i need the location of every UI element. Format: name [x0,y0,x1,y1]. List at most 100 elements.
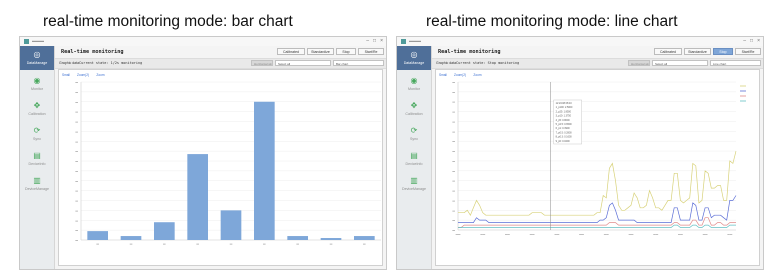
chart-zoom-link[interactable]: Small [439,73,447,77]
app-icon [401,39,406,44]
sidebar-item-deviceinfo[interactable]: ▤ DeviceInfo [397,151,431,167]
sidebar-item-deviceinfo[interactable]: ▤ DeviceInfo [20,151,54,167]
y-tick-label: ▬ [452,180,455,183]
y-tick-label: ▬ [452,91,455,94]
app-name: ▬▬▬ [32,38,44,43]
y-tick-label: ▬ [75,140,78,143]
sidebar-item-sync[interactable]: ⟳ Sync [397,127,431,142]
caption-bar-chart: real-time monitoring mode: bar chart [43,13,293,30]
bar [220,210,242,240]
x-tick-label: ▬▬ [604,233,609,236]
calibrated-button[interactable]: Calibrated [277,48,305,55]
standardize-button[interactable]: Standardize [307,48,334,55]
monitor-icon: ◉ [33,76,41,85]
graphic-data-label: Graphic data [59,61,80,65]
y-tick-label: ▬ [75,111,78,114]
sidebar-item-sync[interactable]: ⟳ Sync [20,126,54,142]
y-tick-label: ▬ [452,190,455,193]
x-tick-label: ▬ [130,243,133,246]
bar [154,222,175,240]
device-info-icon: ▤ [33,151,41,160]
sidebar-item-devicemanage[interactable]: ▥ DeviceManage [397,177,431,192]
sidebar-item-monitor[interactable]: ◉ Monitor [20,76,54,92]
y-tick-label: ▬ [75,209,78,212]
y-tick-label: ▬ [75,180,78,183]
y-tick-label: ▬ [452,101,455,104]
stop-button[interactable]: Stop [336,48,356,55]
device-info-icon: ▤ [410,151,418,160]
maximize-button[interactable]: □ [373,38,376,44]
minimize-button[interactable]: – [366,38,369,44]
chart-zoom-link[interactable]: Small [62,73,70,77]
app-name: ▬▬▬ [409,38,421,43]
chart-zoom-link[interactable]: Zoom [96,73,104,77]
chart-type-dropdown[interactable]: Bar chart [333,60,384,66]
horizontal-window-select[interactable]: Horizontal window [628,60,650,66]
x-tick-label: ▬▬ [530,233,535,236]
x-tick-label: ▬▬ [456,233,461,236]
sidebar-item-label: Monitor [31,87,43,91]
sidebar-item-calibration[interactable]: ✥ Calibration [20,101,54,117]
standardize-button[interactable]: Standardize [684,48,711,55]
line-chart-window: ▬▬▬ – □ × ◎ DataManage ◉ Monitor ✥ Calib… [396,36,764,270]
y-tick-label: ▬ [75,160,78,163]
sidebar: ◎ DataManage ◉ Monitor ✥ Calibration ⟳ S… [20,46,55,269]
tooltip-line: 3_p10: 1.3750 [556,115,572,118]
page-title: Real-time monitoring [61,49,124,55]
start-button[interactable]: Start/Re [735,48,761,55]
sidebar-item-label: Monitor [408,87,420,91]
y-tick-label: ▬ [452,160,455,163]
calibrated-button[interactable]: Calibrated [654,48,682,55]
x-tick-label: ▬ [163,243,166,246]
chart-zoom-link[interactable]: Zoom(2) [454,73,466,77]
tooltip-line: 4_p5: 0.8000 [556,119,571,122]
sidebar-item-calibration[interactable]: ✥ Calibration [397,102,431,117]
x-tick-label: ▬▬ [727,233,732,236]
page-title: Real-time monitoring [438,49,501,55]
chart-area: Small Zoom(2) Zoom ▬ ▬ ▬ ▬ ▬ ▬ ▬ ▬ ▬ ▬ ▬ ▬ ▬ ▬ ▬ ▬ 12:24:08… [435,69,760,266]
tooltip-line: 5_p2.5: 0.6500 [556,123,573,126]
select-all-dropdown[interactable]: Select all [652,60,708,66]
y-tick-label: ▬ [75,121,78,124]
sidebar: ◎ DataManage ◉ Monitor ✥ Calibration ⟳ S… [397,46,432,269]
bar [320,238,342,240]
database-icon: ◎ [410,50,418,59]
device-manage-icon: ▥ [33,176,41,185]
sidebar-item-monitor[interactable]: ◉ Monitor [397,77,431,92]
calibration-icon: ✥ [33,101,41,110]
maximize-button[interactable]: □ [750,38,753,44]
bar [354,236,375,240]
tooltip-line: 8_p0.3: 0.1600 [556,136,573,139]
start-button[interactable]: Start/Re [358,48,384,55]
x-tick-label: ▬▬ [703,233,708,236]
y-tick-label: ▬ [75,81,78,84]
tooltip-line: 12:24:08 08:43 [556,102,573,105]
y-tick-label: ▬ [452,170,455,173]
horizontal-window-select[interactable]: Horizontal window [251,60,273,66]
stop-button[interactable]: Stop [713,48,733,55]
sidebar-item-devicemanage[interactable]: ▥ DeviceManage [20,176,54,192]
chart-zoom-link[interactable]: Zoom(2) [77,73,89,77]
x-tick-label: ▬ [363,243,366,246]
y-tick-label: ▬ [452,229,455,232]
caption-line-chart: real-time monitoring mode: line chart [426,13,678,30]
y-tick-label: ▬ [452,199,455,202]
minimize-button[interactable]: – [743,38,746,44]
sidebar-item-label: DataManage [403,61,425,65]
sidebar-item-label: DeviceManage [25,187,49,191]
sidebar-item-datamanage[interactable]: ◎ DataManage [20,46,54,70]
y-tick-label: ▬ [75,239,78,242]
close-button[interactable]: × [757,38,760,44]
y-tick-label: ▬ [452,120,455,123]
sync-icon: ⟳ [33,126,41,135]
bar [254,101,275,240]
chart-type-dropdown[interactable]: Line chart [710,60,761,66]
x-tick-label: ▬ [230,243,233,246]
bar [187,154,208,240]
select-all-dropdown[interactable]: Select all [275,60,331,66]
chart-zoom-link[interactable]: Zoom [473,73,481,77]
y-tick-label: ▬ [75,130,78,133]
sidebar-item-datamanage[interactable]: ◎ DataManage [397,46,431,70]
close-button[interactable]: × [380,38,383,44]
sidebar-item-label: DeviceInfo [28,162,46,166]
